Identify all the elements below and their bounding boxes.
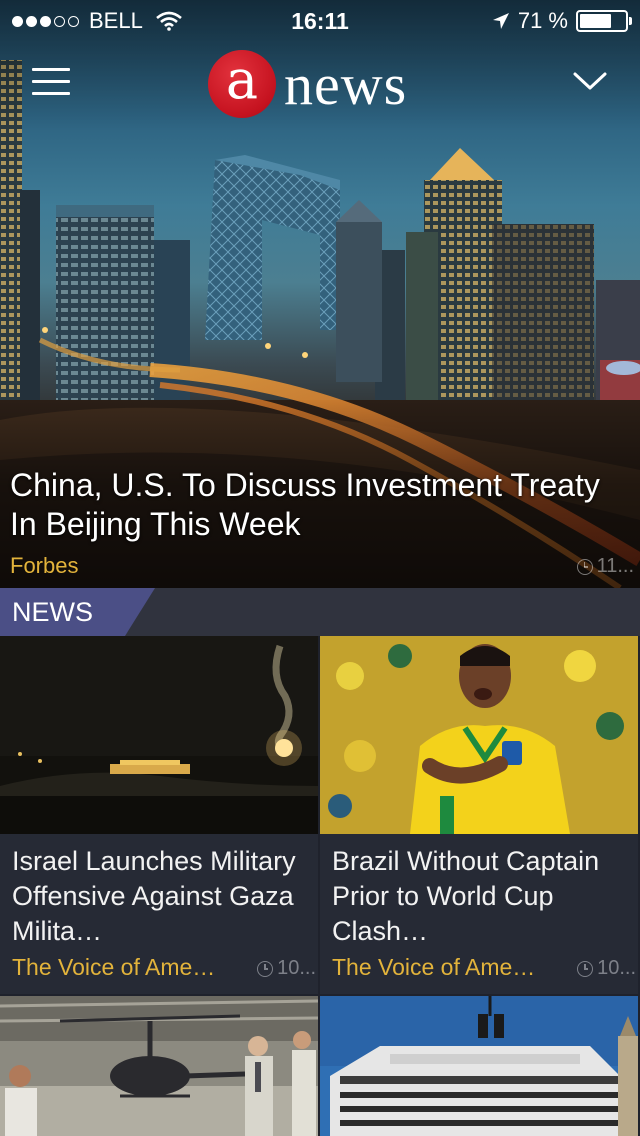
battery-icon (576, 10, 632, 32)
dropdown-button[interactable] (570, 66, 610, 96)
article-card[interactable]: Brazil Without Captain Prior to World Cu… (320, 636, 638, 994)
article-thumbnail (0, 996, 318, 1136)
menu-button[interactable] (32, 68, 70, 96)
article-timestamp: 10... (257, 957, 316, 980)
article-source: The Voice of Ame… (12, 954, 216, 980)
article-card[interactable] (320, 996, 638, 1136)
battery-percent: 71 % (517, 8, 568, 33)
screen: China, U.S. To Discuss Investment Treaty… (0, 0, 640, 1136)
logo-wordmark: news (284, 51, 408, 117)
section-header: NEWS (0, 588, 640, 636)
clock-icon (577, 960, 594, 977)
location-arrow-icon (492, 13, 509, 29)
article-time-text: 10... (277, 957, 316, 979)
section-label: NEWS (12, 597, 93, 627)
article-time-text: 10... (597, 957, 636, 979)
hamburger-icon (32, 68, 70, 71)
hero-title[interactable]: China, U.S. To Discuss Investment Treaty… (10, 466, 610, 544)
article-thumbnail (320, 636, 638, 834)
article-thumbnail (320, 996, 638, 1136)
article-title: Israel Launches Military Offensive Again… (12, 846, 296, 946)
clock-icon (576, 558, 593, 575)
hero-time-text: 11... (596, 555, 634, 577)
chevron-down-icon (573, 72, 607, 90)
article-timestamp: 10... (577, 957, 636, 980)
logo-badge: a (208, 50, 276, 118)
clock-icon (257, 960, 274, 977)
hero-source: Forbes (10, 553, 79, 578)
article-thumbnail (0, 636, 318, 834)
article-card[interactable] (0, 996, 318, 1136)
status-bar: BELL 16:11 71 % (0, 0, 640, 40)
article-card[interactable]: Israel Launches Military Offensive Again… (0, 636, 318, 994)
status-right: 71 % (492, 8, 632, 34)
article-title: Brazil Without Captain Prior to World Cu… (332, 846, 600, 946)
hero-timestamp: 11... (576, 555, 634, 578)
app-logo: a news (208, 48, 407, 120)
article-source: The Voice of Ame… (332, 954, 536, 980)
